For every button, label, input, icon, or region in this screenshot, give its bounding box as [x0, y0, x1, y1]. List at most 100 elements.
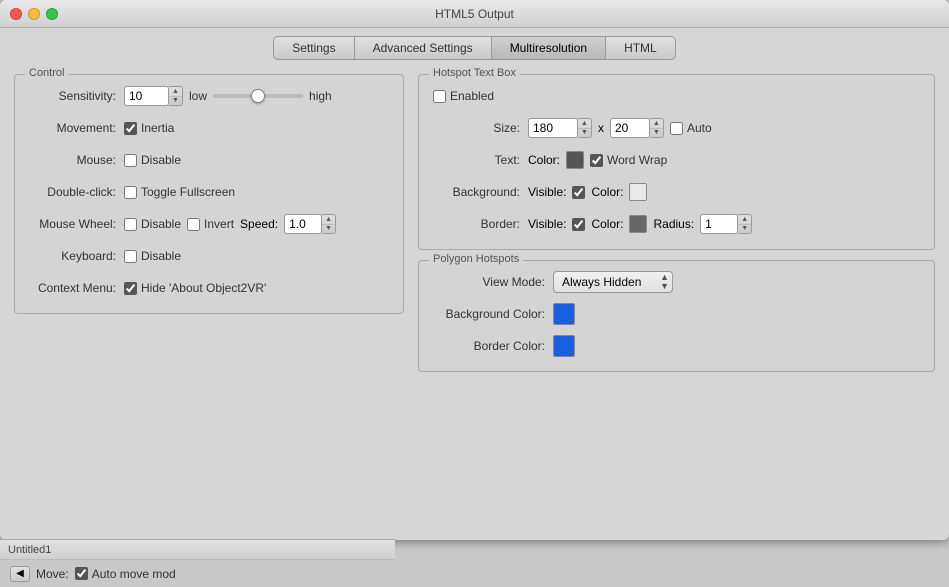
htb-bg-color-swatch[interactable] — [629, 183, 647, 201]
htb-auto-checkbox[interactable] — [670, 122, 683, 135]
htb-wordwrap-checkbox[interactable] — [590, 154, 603, 167]
htb-radius-down[interactable]: ▼ — [738, 225, 751, 234]
htb-background-label: Background: — [433, 185, 528, 199]
htb-radius-wrap: ▲ ▼ — [700, 214, 752, 234]
htb-size-label: Size: — [433, 121, 528, 135]
tab-advanced[interactable]: Advanced Settings — [355, 36, 492, 60]
keyboard-checkbox-label[interactable]: Disable — [124, 249, 181, 263]
tab-html[interactable]: HTML — [606, 36, 676, 60]
mousewheel-invert-label[interactable]: Invert — [187, 217, 234, 231]
viewmode-select[interactable]: Always Hidden Always Visible Mouse Over — [553, 271, 673, 293]
viewmode-row: View Mode: Always Hidden Always Visible … — [433, 271, 920, 293]
htb-enabled-row: Enabled — [433, 85, 920, 107]
htb-text-content: Color: Word Wrap — [528, 151, 920, 169]
sensitivity-low: low — [189, 89, 207, 103]
doubleclick-content: Toggle Fullscreen — [124, 185, 389, 199]
mousewheel-row: Mouse Wheel: Disable Invert Speed: — [29, 213, 389, 235]
mousewheel-disable-label[interactable]: Disable — [124, 217, 181, 231]
mousewheel-invert-checkbox[interactable] — [187, 218, 200, 231]
sensitivity-spin: ▲ ▼ — [169, 86, 183, 106]
mouse-label: Mouse: — [29, 153, 124, 167]
viewmode-content: Always Hidden Always Visible Mouse Over … — [553, 271, 920, 293]
viewmode-select-wrap: Always Hidden Always Visible Mouse Over … — [553, 271, 673, 293]
doubleclick-label: Double-click: — [29, 185, 124, 199]
htb-auto-label[interactable]: Auto — [670, 121, 712, 135]
contextmenu-label: Context Menu: — [29, 281, 124, 295]
right-panel: Hotspot Text Box Enabled Size: — [418, 74, 935, 530]
htb-height-input[interactable] — [610, 118, 650, 138]
keyboard-checkbox[interactable] — [124, 250, 137, 263]
contextmenu-content: Hide 'About Object2VR' — [124, 281, 389, 295]
main-content: Control Sensitivity: ▲ ▼ low — [0, 64, 949, 540]
mouse-text: Disable — [141, 153, 181, 167]
keyboard-text: Disable — [141, 249, 181, 263]
htb-width-input[interactable] — [528, 118, 578, 138]
control-panel-label: Control — [25, 67, 68, 79]
maximize-button[interactable] — [46, 8, 58, 20]
htb-border-visible-checkbox[interactable] — [572, 218, 585, 231]
left-panel: Control Sensitivity: ▲ ▼ low — [14, 74, 404, 530]
htb-border-color-swatch[interactable] — [629, 215, 647, 233]
htb-size-content: ▲ ▼ x ▲ ▼ — [528, 118, 920, 138]
tab-settings[interactable]: Settings — [273, 36, 354, 60]
mousewheel-speed-up[interactable]: ▲ — [322, 215, 335, 225]
sub-window-title: Untitled1 — [8, 544, 51, 556]
polygon-border-color-swatch[interactable] — [553, 335, 575, 357]
mouse-row: Mouse: Disable — [29, 149, 389, 171]
htb-size-row: Size: ▲ ▼ x ▲ — [433, 117, 920, 139]
contextmenu-checkbox-label[interactable]: Hide 'About Object2VR' — [124, 281, 266, 295]
polygon-bg-color-row: Background Color: — [433, 303, 920, 325]
htb-text-color-swatch[interactable] — [566, 151, 584, 169]
sensitivity-down[interactable]: ▼ — [169, 97, 182, 106]
keyboard-content: Disable — [124, 249, 389, 263]
htb-wordwrap-label[interactable]: Word Wrap — [590, 153, 667, 167]
htb-radius-up[interactable]: ▲ — [738, 215, 751, 225]
tab-bar: Settings Advanced Settings Multiresoluti… — [0, 28, 949, 64]
mouse-checkbox-label[interactable]: Disable — [124, 153, 181, 167]
htb-height-down[interactable]: ▼ — [650, 129, 663, 138]
sensitivity-up[interactable]: ▲ — [169, 87, 182, 97]
hotspot-textbox-label: Hotspot Text Box — [429, 67, 520, 79]
htb-auto-text: Auto — [687, 121, 712, 135]
sub-window: Untitled1 ◀ Move: Auto move mod — [0, 539, 395, 587]
htb-bg-visible-checkbox[interactable] — [572, 186, 585, 199]
minimize-button[interactable] — [28, 8, 40, 20]
mousewheel-speed-input[interactable] — [284, 214, 322, 234]
sensitivity-row: Sensitivity: ▲ ▼ low high — [29, 85, 389, 107]
polygon-bg-color-swatch[interactable] — [553, 303, 575, 325]
doubleclick-checkbox[interactable] — [124, 186, 137, 199]
htb-height-up[interactable]: ▲ — [650, 119, 663, 129]
doubleclick-checkbox-label[interactable]: Toggle Fullscreen — [124, 185, 235, 199]
htb-text-label: Text: — [433, 153, 528, 167]
htb-enabled-checkbox[interactable] — [433, 90, 446, 103]
htb-radius-input[interactable] — [700, 214, 738, 234]
tab-multiresolution[interactable]: Multiresolution — [492, 36, 606, 60]
sub-automove-checkbox[interactable] — [75, 567, 88, 580]
movement-checkbox[interactable] — [124, 122, 137, 135]
viewmode-label: View Mode: — [433, 275, 553, 289]
htb-width-wrap: ▲ ▼ — [528, 118, 592, 138]
sub-automove-label[interactable]: Auto move mod — [75, 567, 176, 581]
movement-label: Movement: — [29, 121, 124, 135]
mouse-checkbox[interactable] — [124, 154, 137, 167]
doubleclick-text: Toggle Fullscreen — [141, 185, 235, 199]
htb-width-spin: ▲ ▼ — [578, 118, 592, 138]
htb-border-row: Border: Visible: Color: Radius: ▲ ▼ — [433, 213, 920, 235]
mousewheel-speed-down[interactable]: ▼ — [322, 225, 335, 234]
htb-border-color-label: Color: — [591, 217, 623, 231]
movement-checkbox-label[interactable]: Inertia — [124, 121, 174, 135]
htb-enabled-text: Enabled — [450, 89, 494, 103]
contextmenu-checkbox[interactable] — [124, 282, 137, 295]
sub-left-btn[interactable]: ◀ — [10, 566, 30, 582]
htb-enabled-label[interactable]: Enabled — [433, 89, 494, 103]
movement-content: Inertia — [124, 121, 389, 135]
sensitivity-slider[interactable] — [213, 94, 303, 98]
htb-width-down[interactable]: ▼ — [578, 129, 591, 138]
sensitivity-content: ▲ ▼ low high — [124, 86, 389, 106]
htb-width-up[interactable]: ▲ — [578, 119, 591, 129]
mousewheel-speed-wrap: ▲ ▼ — [284, 214, 336, 234]
keyboard-row: Keyboard: Disable — [29, 245, 389, 267]
sensitivity-input[interactable] — [124, 86, 169, 106]
mousewheel-disable-checkbox[interactable] — [124, 218, 137, 231]
close-button[interactable] — [10, 8, 22, 20]
